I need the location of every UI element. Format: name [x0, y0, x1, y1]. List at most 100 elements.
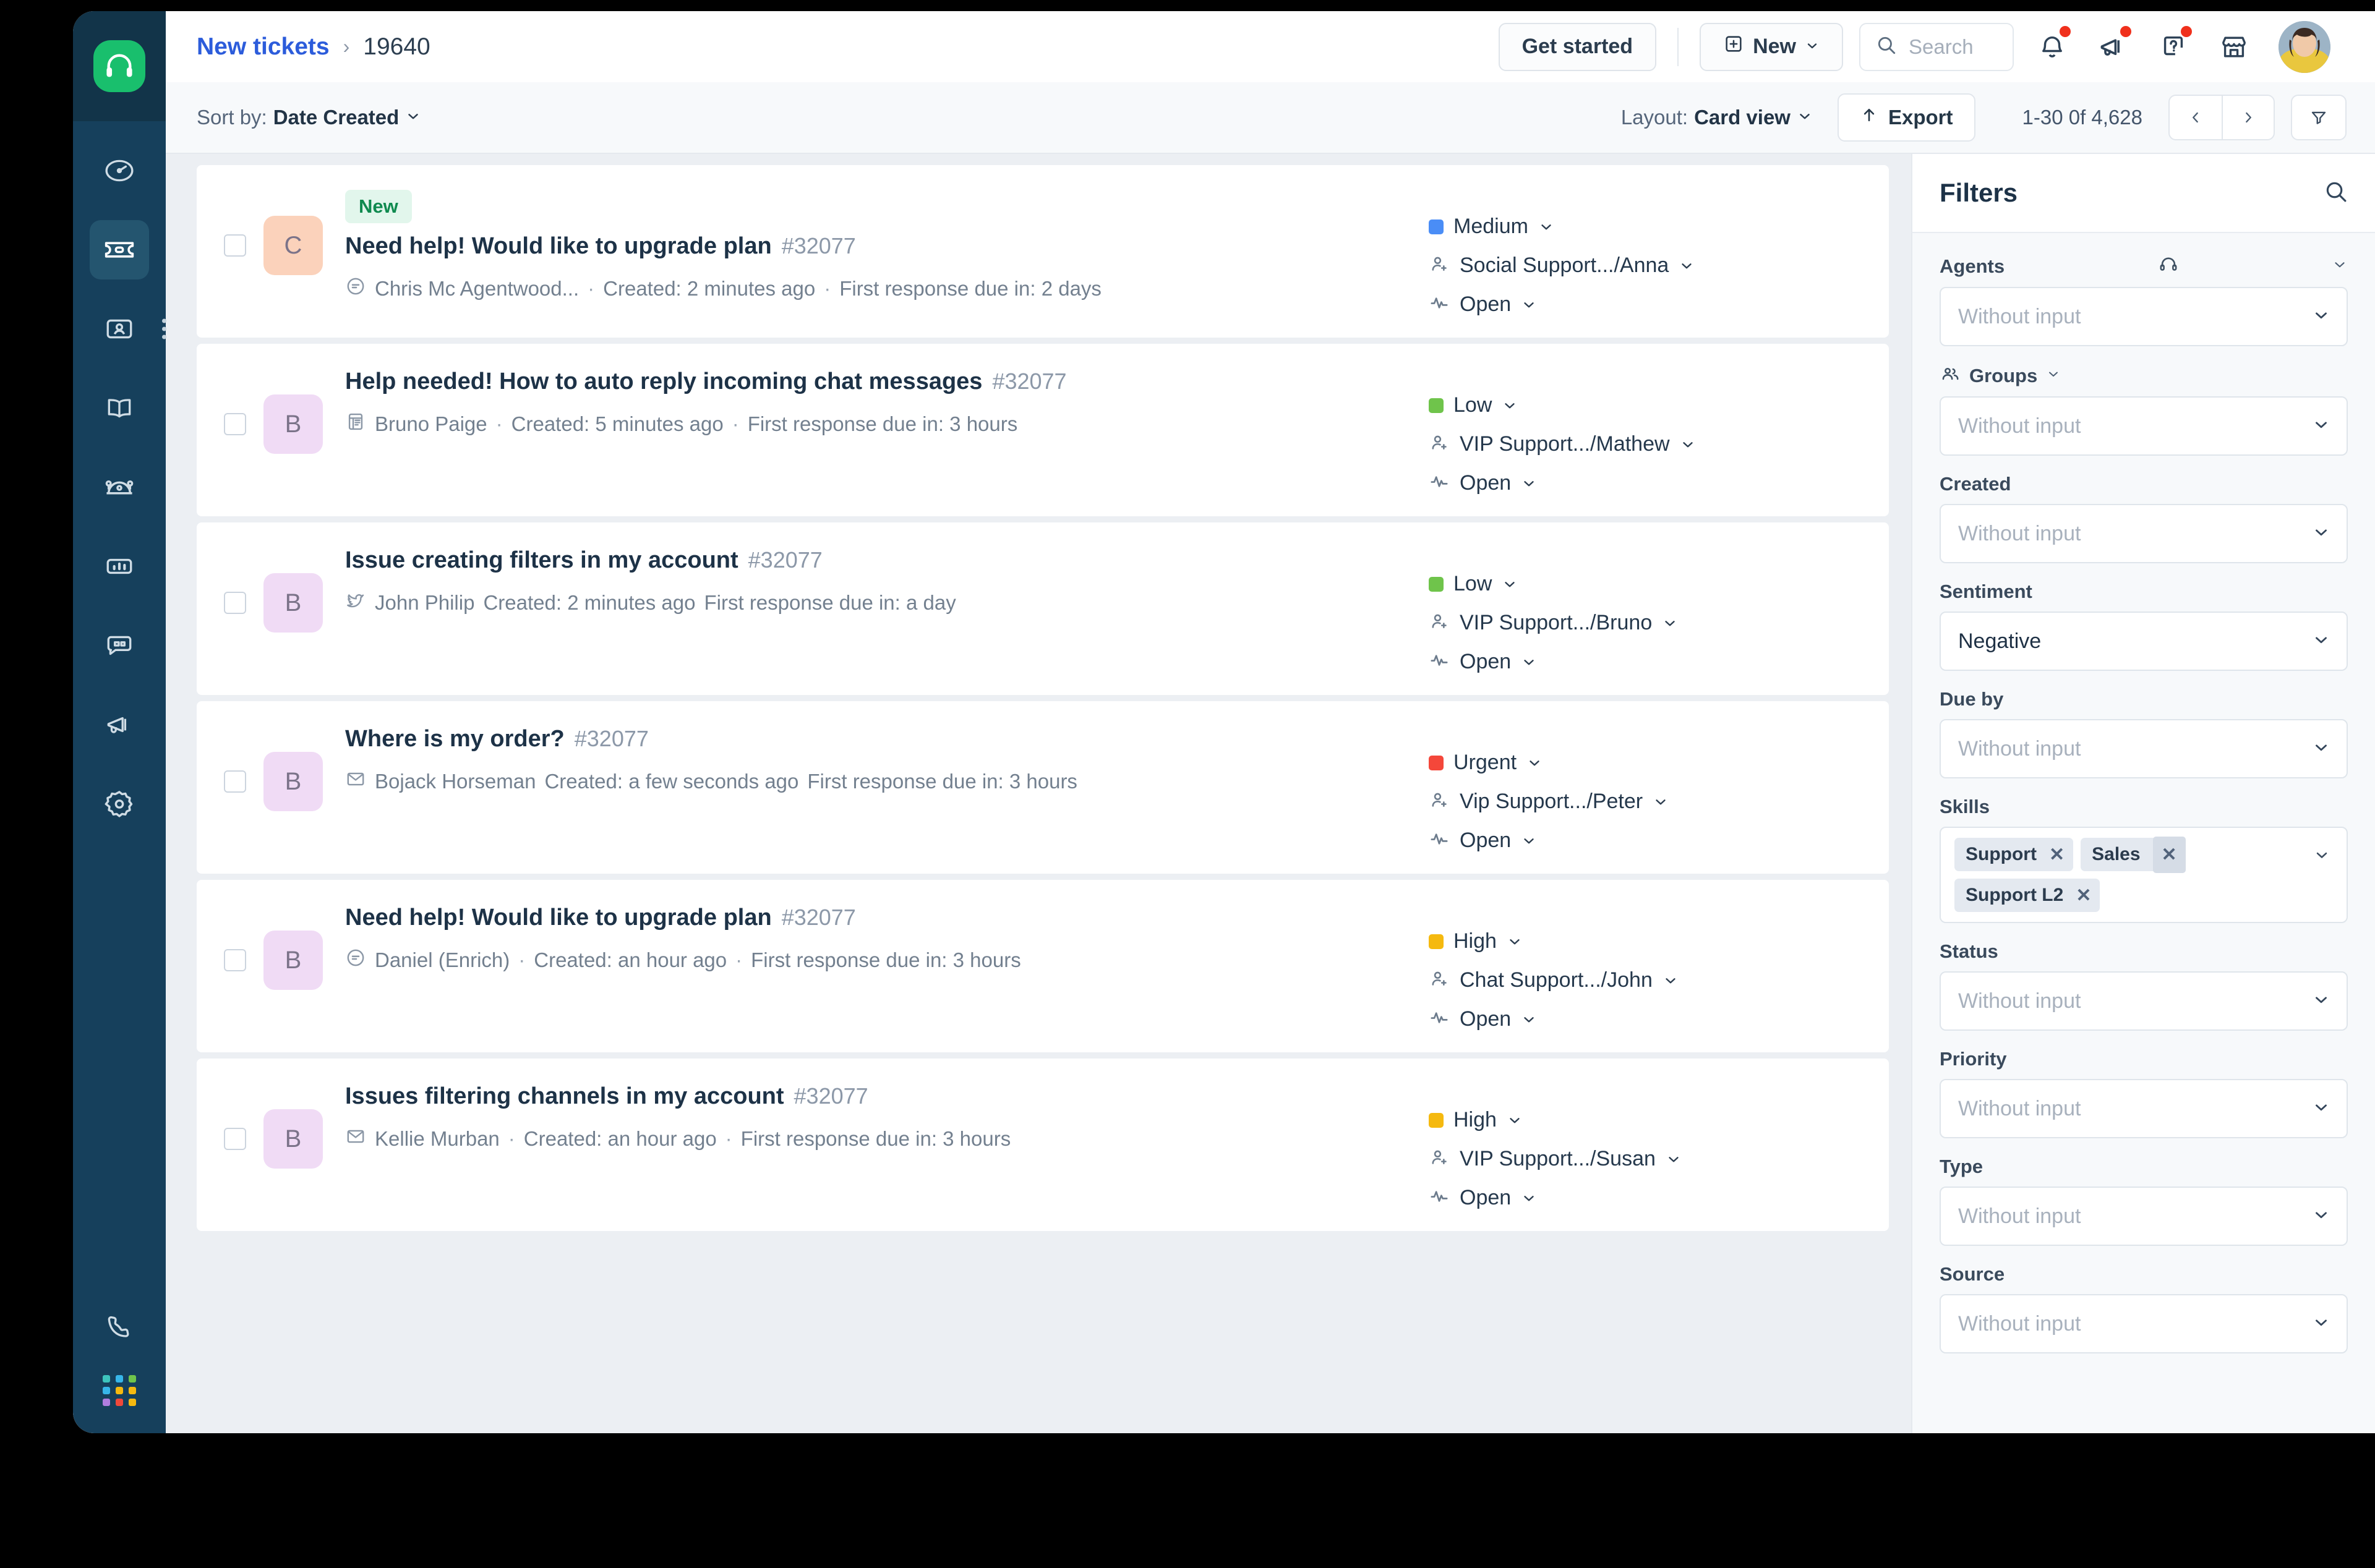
prev-page-button[interactable] — [2170, 96, 2222, 139]
ticket-priority-dropdown[interactable]: Medium — [1429, 215, 1862, 239]
ticket-title[interactable]: Need help! Would like to upgrade plan — [345, 905, 772, 931]
ticket-priority-dropdown[interactable]: Low — [1429, 572, 1862, 596]
filter-select[interactable]: Negative — [1940, 611, 2348, 671]
sidebar-item-settings[interactable] — [90, 774, 149, 833]
ticket-select-checkbox[interactable] — [224, 1128, 246, 1150]
filter-chip[interactable]: Support L2 ✕ — [1954, 879, 2100, 912]
ticket-status-dropdown[interactable]: Open — [1429, 471, 1862, 495]
sidebar-item-contacts[interactable] — [90, 299, 166, 359]
chevron-down-icon[interactable] — [2046, 367, 2061, 385]
ticket-title[interactable]: Issue creating filters in my account — [345, 547, 738, 574]
help-question-icon[interactable] — [2151, 25, 2196, 69]
sort-by-dropdown[interactable]: Sort by: Date Created — [197, 106, 421, 129]
ticket-card[interactable]: B Issue creating filters in my account #… — [197, 522, 1889, 695]
ticket-priority-dropdown[interactable]: Urgent — [1429, 751, 1862, 775]
ticket-requester: John Philip — [375, 591, 475, 614]
sidebar-item-automations[interactable] — [90, 458, 149, 517]
sidebar-item-tickets[interactable] — [90, 220, 149, 279]
filter-chips-input[interactable]: Support ✕ Sales ✕ Support L2 ✕ — [1940, 827, 2348, 923]
ticket-created: Created: an hour ago — [534, 948, 727, 971]
ticket-status-dropdown[interactable]: Open — [1429, 1186, 1862, 1210]
marketplace-store-icon[interactable] — [2212, 25, 2256, 69]
ticket-card[interactable]: B Issues filtering channels in my accoun… — [197, 1059, 1889, 1231]
sidebar-item-announcements[interactable] — [90, 695, 149, 754]
new-button[interactable]: New — [1700, 22, 1843, 71]
filter-select[interactable]: Without input — [1940, 1187, 2348, 1246]
filters-list: Agents Without input Groups Without inpu… — [1912, 233, 2375, 1433]
ticket-select-checkbox[interactable] — [224, 949, 246, 971]
export-button[interactable]: Export — [1837, 93, 1975, 142]
header-actions: Get started New Search — [1498, 20, 2330, 73]
filter-chip[interactable]: Sales ✕ — [2081, 836, 2186, 873]
filter-group: Agents Without input — [1940, 254, 2348, 346]
contacts-overflow-dots-icon[interactable] — [162, 318, 166, 339]
ticket-title[interactable]: Need help! Would like to upgrade plan — [345, 233, 772, 260]
filter-select[interactable]: Without input — [1940, 1294, 2348, 1353]
sidebar-item-knowledge-base[interactable] — [90, 378, 149, 438]
chevron-down-icon — [2312, 306, 2330, 328]
remove-chip-icon[interactable]: ✕ — [2152, 836, 2186, 873]
ticket-requester: Bojack Horseman — [375, 770, 536, 793]
filter-select[interactable]: Without input — [1940, 971, 2348, 1031]
ticket-status-dropdown[interactable]: Open — [1429, 292, 1862, 317]
layout-value: Card view — [1694, 106, 1791, 129]
filter-select[interactable]: Without input — [1940, 504, 2348, 563]
sidebar-item-chat[interactable] — [90, 616, 149, 675]
filter-select[interactable]: Without input — [1940, 719, 2348, 778]
layout-dropdown[interactable]: Layout: Card view — [1621, 106, 1813, 129]
megaphone-announcement-icon[interactable] — [2090, 25, 2135, 69]
search-input[interactable]: Search — [1859, 22, 2014, 71]
ticket-card[interactable]: B Help needed! How to auto reply incomin… — [197, 344, 1889, 516]
app-logo[interactable] — [73, 11, 166, 121]
ticket-priority-dropdown[interactable]: High — [1429, 1108, 1862, 1132]
ticket-status-dropdown[interactable]: Open — [1429, 1007, 1862, 1031]
ticket-sla: First response due in: 3 hours — [740, 1127, 1011, 1150]
ticket-status-dropdown[interactable]: Open — [1429, 650, 1862, 674]
remove-chip-icon[interactable]: ✕ — [2049, 844, 2065, 866]
ticket-priority-dropdown[interactable]: High — [1429, 929, 1862, 953]
ticket-assignee-dropdown[interactable]: Social Support.../Anna — [1429, 254, 1862, 278]
breadcrumb-root-link[interactable]: New tickets — [197, 33, 330, 61]
assignee-person-icon — [1429, 1147, 1450, 1171]
ticket-card[interactable]: C New Need help! Would like to upgrade p… — [197, 165, 1889, 338]
priority-value: Medium — [1453, 215, 1528, 238]
ticket-card[interactable]: B Need help! Would like to upgrade plan … — [197, 880, 1889, 1052]
user-avatar[interactable] — [2279, 20, 2330, 73]
status-value: Open — [1460, 1007, 1512, 1031]
filter-select[interactable]: Without input — [1940, 396, 2348, 456]
filters-search-icon[interactable] — [2323, 179, 2349, 208]
next-page-button[interactable] — [2222, 96, 2274, 139]
ticket-assignee-dropdown[interactable]: Vip Support.../Peter — [1429, 790, 1862, 814]
ticket-title[interactable]: Help needed! How to auto reply incoming … — [345, 369, 982, 395]
ticket-select-checkbox[interactable] — [224, 770, 246, 793]
funnel-filter-icon[interactable] — [2291, 95, 2347, 140]
ticket-status-dropdown[interactable]: Open — [1429, 829, 1862, 853]
app-switcher-grid-icon[interactable] — [103, 1375, 136, 1406]
get-started-button[interactable]: Get started — [1498, 22, 1657, 71]
remove-chip-icon[interactable]: ✕ — [2076, 885, 2091, 906]
ticket-priority-dropdown[interactable]: Low — [1429, 393, 1862, 417]
sidebar-item-dashboard[interactable] — [90, 141, 149, 200]
filter-select[interactable]: Without input — [1940, 287, 2348, 346]
email-envelope-icon — [345, 1126, 366, 1152]
filter-label: Groups — [1969, 364, 2038, 386]
sidebar-item-reports[interactable] — [90, 537, 149, 596]
chevron-down-icon[interactable] — [2332, 257, 2348, 276]
chevron-down-icon[interactable] — [2313, 846, 2330, 867]
filter-chip[interactable]: Support ✕ — [1954, 838, 2074, 871]
ticket-assignee-dropdown[interactable]: Chat Support.../John — [1429, 968, 1862, 992]
ticket-assignee-dropdown[interactable]: VIP Support.../Bruno — [1429, 611, 1862, 635]
sort-by-value: Date Created — [273, 106, 400, 129]
ticket-select-checkbox[interactable] — [224, 413, 246, 435]
filter-select-value: Without input — [1958, 304, 2081, 328]
filter-select[interactable]: Without input — [1940, 1079, 2348, 1138]
ticket-assignee-dropdown[interactable]: VIP Support.../Susan — [1429, 1147, 1862, 1171]
sidebar-item-phone[interactable] — [90, 1297, 149, 1357]
ticket-select-checkbox[interactable] — [224, 592, 246, 614]
ticket-card[interactable]: B Where is my order? #32077 Bojack Horse… — [197, 701, 1889, 874]
ticket-assignee-dropdown[interactable]: VIP Support.../Mathew — [1429, 432, 1862, 456]
bell-notification-icon[interactable] — [2030, 25, 2074, 69]
ticket-title[interactable]: Where is my order? — [345, 726, 565, 752]
ticket-title[interactable]: Issues filtering channels in my account — [345, 1083, 784, 1110]
ticket-select-checkbox[interactable] — [224, 234, 246, 257]
